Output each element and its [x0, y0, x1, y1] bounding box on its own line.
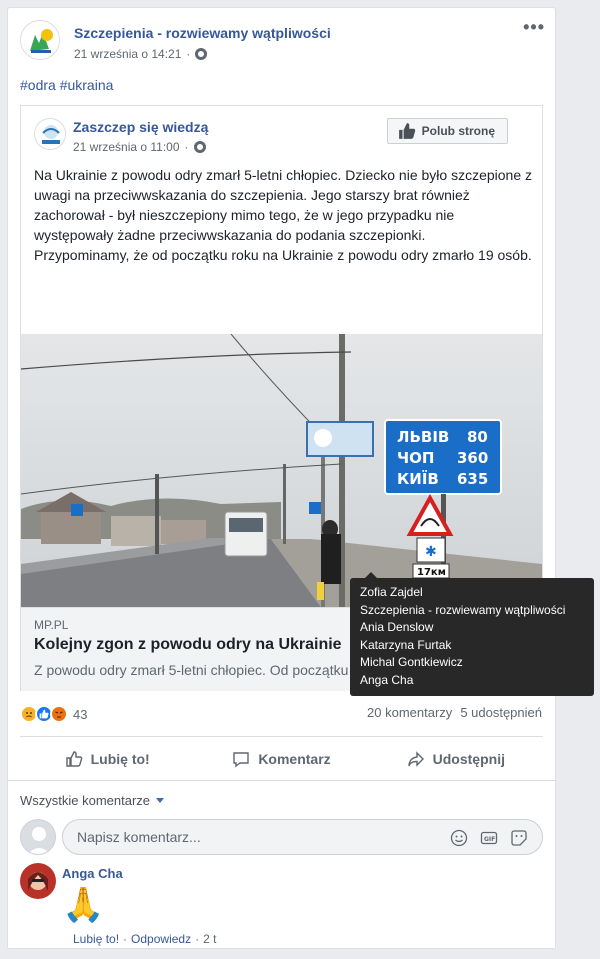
comment-reply-link[interactable]: Odpowiedz: [131, 932, 191, 946]
tooltip-name: Szczepienia - rozwiewamy wątpliwości: [360, 602, 566, 617]
sign-city-3: КИЇВ: [397, 469, 439, 488]
post-actions: Lubię to! Komentarz Udostępnij: [20, 739, 543, 779]
sign-city-1: ЛЬВІВ: [397, 428, 449, 446]
globe-icon: [195, 48, 208, 60]
divider: [20, 736, 543, 737]
sign-city-2: ЧОП: [397, 449, 434, 467]
like-page-button[interactable]: Polub stronę: [386, 118, 508, 144]
gif-icon[interactable]: GIF: [480, 829, 498, 847]
comment-input[interactable]: Napisz komentarz... GIF: [62, 819, 543, 855]
svg-text:GIF: GIF: [484, 836, 495, 843]
post-meta: 21 września o 14:21 ·: [74, 47, 208, 61]
sign-km-1: 80: [467, 428, 488, 446]
tooltip-name: Zofia Zajdel: [360, 585, 423, 599]
comment-content: 🙏: [62, 886, 105, 924]
shared-meta: 21 września o 11:00 ·: [73, 140, 206, 154]
commenter-name[interactable]: Anga Cha: [62, 866, 123, 881]
commenter-avatar[interactable]: [20, 863, 56, 899]
comment-button[interactable]: Komentarz: [194, 739, 368, 779]
tooltip-name: Ania Denslow: [360, 620, 434, 635]
sticker-icon[interactable]: [510, 829, 528, 847]
sign-plate: 17км: [417, 567, 446, 578]
post-card: Szczepienia - rozwiewamy wątpliwości 21 …: [7, 7, 556, 949]
tooltip-name: Anga Cha: [360, 672, 414, 687]
shared-page-name[interactable]: Zaszczep się wiedzą: [73, 119, 208, 135]
like-label: Lubię to!: [90, 751, 150, 767]
engagement-counts: 20 komentarzy 5 udostępnień: [367, 705, 542, 720]
like-page-label: Polub stronę: [421, 124, 495, 138]
post-page-name[interactable]: Szczepienia - rozwiewamy wątpliwości: [74, 25, 331, 41]
globe-icon: [193, 141, 206, 153]
comments-filter-label: Wszystkie komentarze: [20, 793, 151, 808]
thumbs-up-icon: [398, 123, 415, 139]
link-title[interactable]: Kolejny zgon z powodu odry na Ukrainie: [34, 636, 342, 654]
current-user-avatar: [20, 819, 56, 855]
shared-timestamp[interactable]: 21 września o 11:00: [73, 140, 180, 154]
reactors-tooltip: Zofia Zajdel Szczepienia - rozwiewamy wą…: [350, 578, 594, 696]
share-button[interactable]: Udostępnij: [369, 739, 543, 779]
shared-text-p2: Przypominamy, że od początku roku na Ukr…: [34, 247, 532, 263]
sign-km-2: 360: [457, 449, 488, 467]
comments-section: Wszystkie komentarze Napisz komentarz...…: [8, 780, 555, 948]
ellipsis-icon[interactable]: •••: [523, 18, 545, 36]
comment-input-icons: GIF: [450, 829, 528, 847]
comment-actions: Lubię to! · Odpowiedz · 2 t: [73, 932, 217, 946]
share-icon: [407, 751, 424, 767]
comment-time[interactable]: 2 t: [203, 932, 216, 946]
comments-count[interactable]: 20 komentarzy: [367, 705, 452, 720]
reactions-summary[interactable]: 43: [20, 705, 87, 723]
comment-input-placeholder: Napisz komentarz...: [77, 829, 201, 845]
comment-icon: [233, 752, 250, 768]
shares-count[interactable]: 5 udostępnień: [460, 705, 542, 720]
shared-page-avatar[interactable]: [34, 118, 66, 150]
shared-text: Na Ukrainie z powodu odry zmarł 5-letni …: [34, 165, 534, 265]
tooltip-name: Katarzyna Furtak: [360, 637, 452, 652]
emoji-icon[interactable]: [450, 829, 468, 847]
reaction-count: 43: [73, 706, 88, 722]
post-timestamp[interactable]: 21 września o 14:21: [74, 47, 181, 61]
share-label: Udostępnij: [432, 751, 505, 767]
page-avatar[interactable]: [20, 20, 60, 60]
comment-label: Komentarz: [258, 751, 331, 767]
caret-down-icon: [156, 798, 165, 803]
angry-reaction-icon: [50, 705, 68, 723]
comment-like-link[interactable]: Lubię to!: [73, 932, 119, 946]
like-button[interactable]: Lubię to!: [20, 739, 194, 779]
sign-km-3: 635: [457, 470, 488, 488]
hashtags[interactable]: #odra #ukraina: [20, 77, 113, 93]
link-photo[interactable]: ЛЬВІВ 80 ЧОП 360 КИЇВ 635 ✱ 17км: [21, 334, 542, 607]
shared-text-p1: Na Ukrainie z powodu odry zmarł 5-letni …: [34, 167, 533, 243]
svg-text:✱: ✱: [425, 544, 437, 560]
link-domain: MP.PL: [34, 618, 69, 632]
tooltip-name: Michal Gontkiewicz: [360, 655, 463, 670]
thumbs-up-icon: [65, 751, 82, 767]
comments-filter[interactable]: Wszystkie komentarze: [20, 793, 165, 808]
